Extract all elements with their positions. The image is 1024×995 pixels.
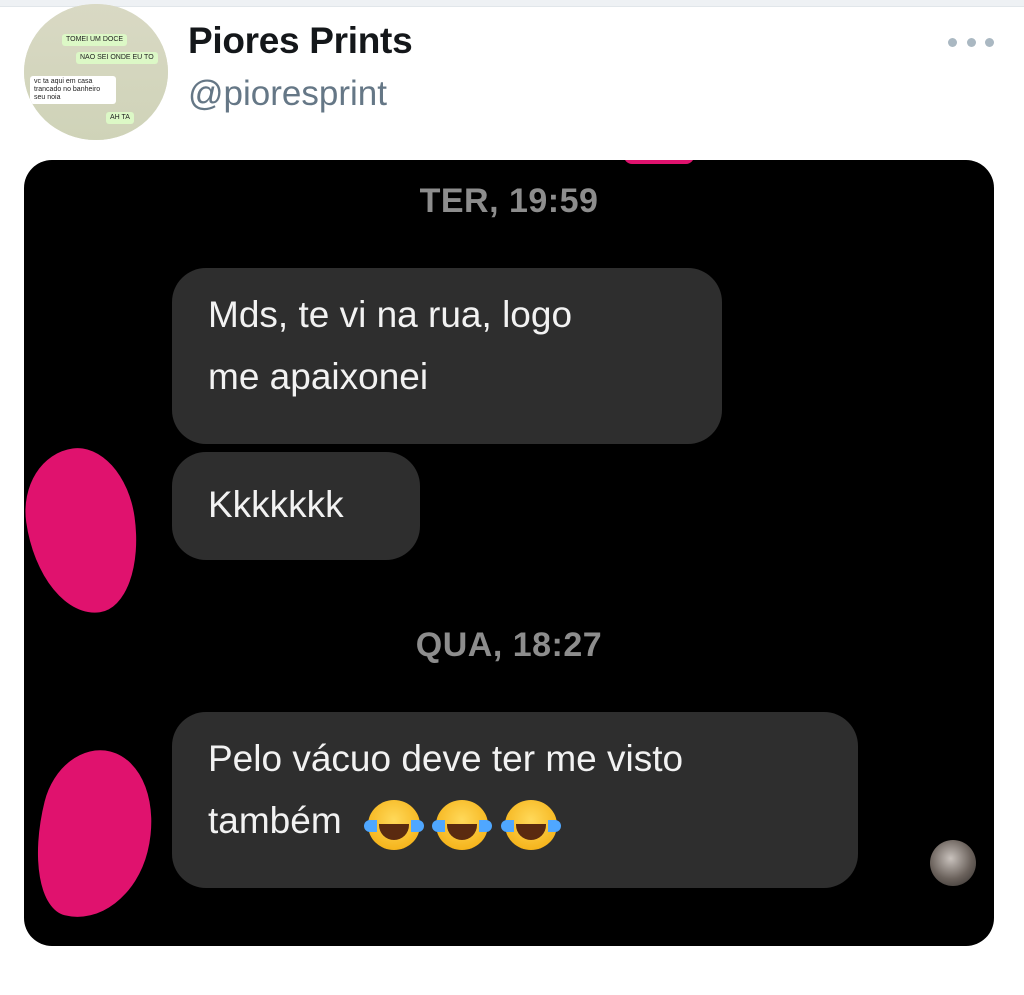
redaction-mark (24, 738, 169, 932)
avatar-bubble: NAO SEI ONDE EU TO (76, 52, 158, 64)
profile-avatar[interactable]: TOMEI UM DOCE NAO SEI ONDE EU TO vc ta a… (24, 4, 168, 140)
dot (948, 37, 957, 47)
message-line: também (208, 790, 822, 854)
avatar-bubble: AH TA (106, 112, 134, 124)
tweet-media-image[interactable]: TER, 19:59 Mds, te vi na rua, logo me ap… (24, 160, 994, 946)
chat-timestamp: TER, 19:59 (419, 182, 599, 220)
dot (966, 37, 976, 47)
message-line: me apaixonei (208, 356, 429, 397)
message-bubble: Pelo vácuo deve ter me visto também (172, 712, 858, 888)
redaction-mark (24, 441, 148, 621)
message-line: Mds, te vi na rua, logo (208, 294, 573, 335)
dot (985, 37, 994, 47)
redaction-mark (624, 160, 694, 164)
display-name[interactable]: Piores Prints (188, 20, 413, 62)
avatar-chat-background (24, 4, 168, 140)
message-text: também (208, 800, 342, 841)
more-horizontal-icon[interactable] (948, 30, 994, 54)
avatar-bubble: vc ta aqui em casa trancado no banheiro … (30, 76, 116, 104)
message-line: Kkkkkkk (208, 484, 344, 525)
emoji-row (363, 792, 563, 854)
laughing-tears-emoji-icon (500, 800, 561, 851)
message-line: Pelo vácuo deve ter me visto (208, 738, 684, 779)
avatar-bubble: TOMEI UM DOCE (62, 34, 128, 46)
message-bubble: Mds, te vi na rua, logo me apaixonei (172, 268, 722, 444)
message-bubble: Kkkkkkk (172, 452, 420, 560)
chat-timestamp: QUA, 18:27 (415, 626, 603, 664)
laughing-tears-emoji-icon (363, 800, 424, 851)
seen-avatar (930, 840, 976, 886)
user-handle[interactable]: @pioresprint (188, 74, 387, 114)
laughing-tears-emoji-icon (432, 800, 493, 851)
